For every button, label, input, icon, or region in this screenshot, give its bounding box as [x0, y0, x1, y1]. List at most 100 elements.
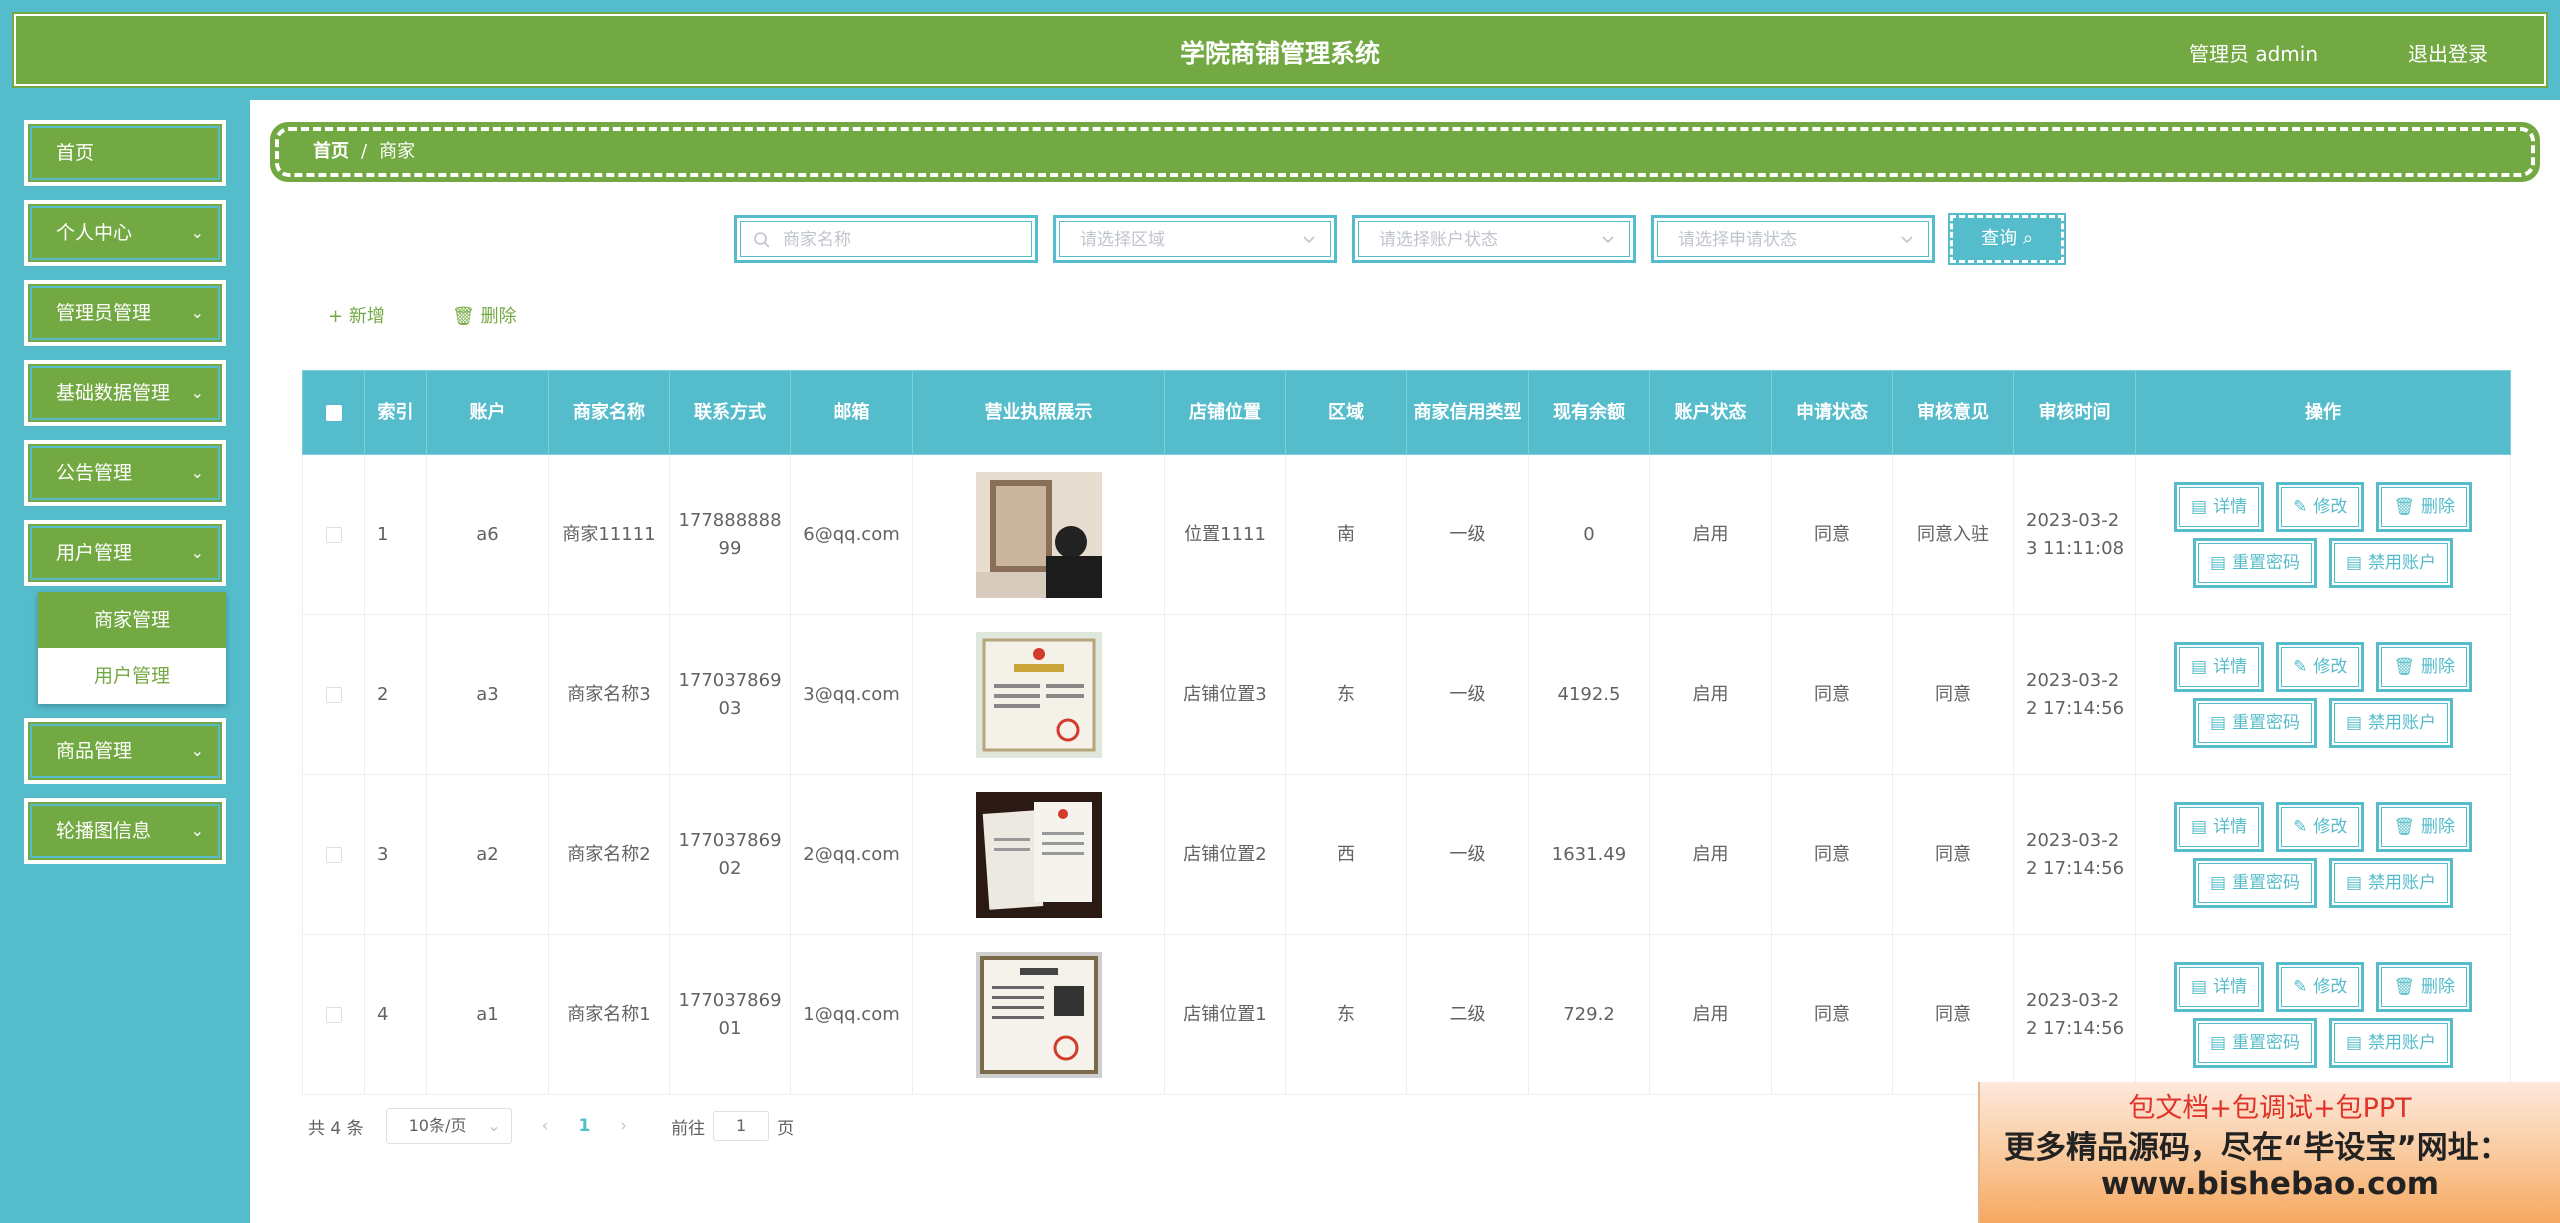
document-icon: ▤ — [2209, 552, 2226, 573]
add-button[interactable]: + 新增 — [328, 302, 385, 328]
edit-button[interactable]: ✎ 修改 — [2276, 961, 2365, 1012]
chevron-up-icon: ⌄ — [190, 543, 204, 562]
cell-balance: 0 — [1528, 454, 1650, 615]
column-header: 审核时间 — [2013, 370, 2136, 455]
cell-merchant-name: 商家名称2 — [548, 774, 670, 935]
reset-password-button[interactable]: ▤ 重置密码 — [2192, 1017, 2317, 1068]
column-header: 操作 — [2135, 370, 2511, 455]
cell-balance: 729.2 — [1528, 934, 1650, 1095]
cell-index: 3 — [364, 774, 427, 935]
license-image[interactable] — [975, 631, 1102, 758]
merchant-name-search-input[interactable]: 商家名称 — [734, 215, 1038, 263]
cell-balance: 1631.49 — [1528, 774, 1650, 935]
table-header-row: 索引 账户 商家名称 联系方式 邮箱 营业执照展示 店铺位置 区域 商家信用类型… — [302, 370, 2511, 455]
row-checkbox[interactable] — [302, 454, 365, 615]
reset-password-button[interactable]: ▤ 重置密码 — [2192, 537, 2317, 588]
license-image[interactable] — [975, 791, 1102, 918]
column-header: 邮箱 — [790, 370, 913, 455]
cell-phone: 17703786902 — [669, 774, 791, 935]
sidebar-item-label: 公告管理 — [56, 462, 133, 484]
edit-button[interactable]: ✎ 修改 — [2276, 801, 2365, 852]
chevron-down-icon: ⌄ — [190, 741, 204, 760]
edit-button[interactable]: ✎ 修改 — [2276, 481, 2365, 532]
sidebar-item-label: 管理员管理 — [56, 302, 152, 324]
reset-password-button[interactable]: ▤ 重置密码 — [2192, 697, 2317, 748]
submenu-item-user-management[interactable]: 用户管理 — [38, 648, 226, 704]
row-checkbox[interactable] — [302, 934, 365, 1095]
disable-account-button[interactable]: ▤ 禁用账户 — [2329, 697, 2454, 748]
page-size-select[interactable]: 10条/页 ⌄ — [385, 1108, 512, 1144]
goto-page-input[interactable]: 1 — [713, 1111, 770, 1141]
merchant-table: 索引 账户 商家名称 联系方式 邮箱 营业执照展示 店铺位置 区域 商家信用类型… — [302, 370, 2511, 1095]
search-placeholder: 商家名称 — [783, 230, 851, 250]
license-image[interactable] — [975, 951, 1102, 1078]
next-page-button[interactable]: › — [620, 1116, 627, 1136]
batch-delete-button[interactable]: 🗑 删除 — [452, 302, 517, 328]
document-icon: ▤ — [2209, 1032, 2226, 1053]
sidebar-item-personal-center[interactable]: 个人中心 ⌄ — [24, 200, 226, 266]
cell-email: 2@qq.com — [790, 774, 913, 935]
edit-button[interactable]: ✎ 修改 — [2276, 641, 2365, 692]
cell-account: a1 — [426, 934, 549, 1095]
disable-account-button[interactable]: ▤ 禁用账户 — [2329, 857, 2454, 908]
logout-link[interactable]: 退出登录 — [2408, 12, 2488, 96]
column-header: 店铺位置 — [1164, 370, 1286, 455]
breadcrumb-home[interactable]: 首页 — [313, 141, 349, 162]
sidebar-item-announcements[interactable]: 公告管理 ⌄ — [24, 440, 226, 506]
detail-button[interactable]: ▤ 详情 — [2174, 481, 2265, 532]
cell-index: 2 — [364, 614, 427, 775]
select-placeholder: 请选择账户状态 — [1379, 230, 1498, 250]
page-unit-label: 页 — [777, 1118, 795, 1139]
cell-review-opinion: 同意 — [1892, 774, 2014, 935]
cell-review-time: 2023-03-22 17:14:56 — [2013, 614, 2136, 775]
apply-status-select[interactable]: 请选择申请状态 — [1651, 215, 1935, 263]
delete-button[interactable]: 🗑 删除 — [2376, 481, 2472, 532]
query-button[interactable]: 查询 ⌕ — [1948, 213, 2066, 265]
cell-operations: ▤ 详情 ✎ 修改 🗑 删除 ▤ 重置密码 ▤ 禁用账户 — [2135, 614, 2511, 775]
document-icon: ▤ — [2346, 712, 2363, 733]
document-icon: ▤ — [2191, 656, 2208, 677]
sidebar-item-user-management[interactable]: 用户管理 ⌄ — [24, 520, 226, 586]
trash-icon: 🗑 — [2393, 976, 2415, 997]
delete-button[interactable]: 🗑 删除 — [2376, 641, 2472, 692]
row-checkbox[interactable] — [302, 774, 365, 935]
goto-label: 前往 — [671, 1118, 706, 1139]
sidebar-item-carousel[interactable]: 轮播图信息 ⌄ — [24, 798, 226, 864]
submenu-item-merchant-management[interactable]: 商家管理 — [38, 592, 226, 648]
sidebar-item-products[interactable]: 商品管理 ⌄ — [24, 718, 226, 784]
account-status-select[interactable]: 请选择账户状态 — [1352, 215, 1636, 263]
detail-button[interactable]: ▤ 详情 — [2174, 641, 2265, 692]
trash-icon: 🗑 — [2393, 496, 2415, 517]
app-title: 学院商铺管理系统 — [1179, 39, 1380, 68]
trash-icon: 🗑 — [2393, 816, 2415, 837]
table-row: 2 a3 商家名称3 17703786903 3@qq.com 店铺位置3 东一级 4192.… — [302, 614, 2511, 775]
cell-index: 4 — [364, 934, 427, 1095]
detail-button[interactable]: ▤ 详情 — [2174, 801, 2265, 852]
page-size-value: 10条/页 — [408, 1116, 467, 1135]
cell-merchant-name: 商家名称1 — [548, 934, 670, 1095]
area-select[interactable]: 请选择区域 — [1053, 215, 1337, 263]
edit-icon: ✎ — [2293, 976, 2308, 997]
cell-apply-status: 同意 — [1771, 934, 1893, 1095]
sidebar-item-label: 商品管理 — [56, 740, 133, 762]
sidebar-item-basic-data[interactable]: 基础数据管理 ⌄ — [24, 360, 226, 426]
cell-account: a3 — [426, 614, 549, 775]
sidebar-item-home[interactable]: 首页 — [24, 120, 226, 186]
cell-location: 店铺位置1 — [1164, 934, 1286, 1095]
cell-area: 东 — [1285, 614, 1407, 775]
delete-button[interactable]: 🗑 删除 — [2376, 961, 2472, 1012]
reset-password-button[interactable]: ▤ 重置密码 — [2192, 857, 2317, 908]
select-all-checkbox[interactable] — [302, 370, 365, 455]
promo-line-3: www.bishebao.com — [2100, 1166, 2440, 1202]
column-header: 联系方式 — [669, 370, 791, 455]
cell-credit-type: 一级 — [1406, 614, 1529, 775]
disable-account-button[interactable]: ▤ 禁用账户 — [2329, 537, 2454, 588]
page-number-current[interactable]: 1 — [578, 1116, 590, 1136]
prev-page-button[interactable]: ‹ — [542, 1116, 549, 1136]
disable-account-button[interactable]: ▤ 禁用账户 — [2329, 1017, 2454, 1068]
delete-button[interactable]: 🗑 删除 — [2376, 801, 2472, 852]
detail-button[interactable]: ▤ 详情 — [2174, 961, 2265, 1012]
license-image[interactable] — [975, 471, 1102, 598]
row-checkbox[interactable] — [302, 614, 365, 775]
sidebar-item-admin-management[interactable]: 管理员管理 ⌄ — [24, 280, 226, 346]
